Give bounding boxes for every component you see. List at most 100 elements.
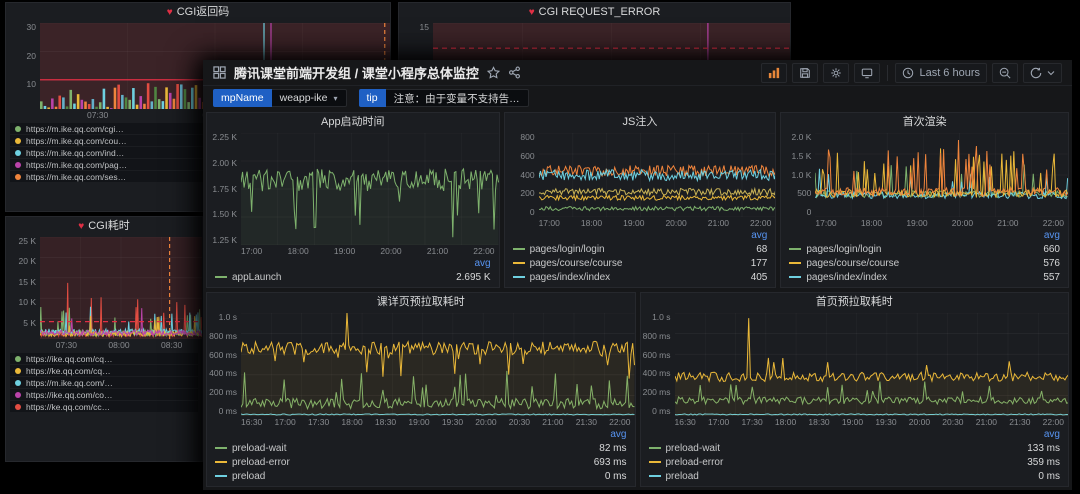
- x-tick: 19:00: [334, 246, 355, 256]
- legend-label: https://m.ike.qq.com/ind…: [26, 148, 124, 158]
- refresh-button[interactable]: [1023, 63, 1062, 83]
- legend-item[interactable]: pages/course/course 177: [513, 256, 768, 270]
- stats-button[interactable]: [761, 63, 787, 83]
- course-preload-chart[interactable]: [241, 313, 635, 416]
- first-render-chart[interactable]: [815, 133, 1068, 217]
- y-axis: 302010: [6, 23, 40, 109]
- series-color-dot: [15, 356, 21, 362]
- dashboard-title: 腾讯课堂前端开发组 / 课堂小程序总体监控: [234, 63, 479, 82]
- series-color-dash: [789, 262, 801, 264]
- y-tick: 30: [27, 23, 36, 32]
- legend-avg-value: 693 ms: [594, 457, 627, 468]
- legend-item[interactable]: https://ike.qq.com/co…: [10, 389, 198, 400]
- x-tick: 16:30: [675, 417, 696, 427]
- y-tick: 400 ms: [209, 369, 237, 378]
- variable-tip-value[interactable]: 注意：由于变量不支持告…: [386, 89, 529, 107]
- legend-label: pages/login/login: [530, 244, 757, 255]
- index-preload-chart[interactable]: [675, 313, 1069, 416]
- y-tick: 0 ms: [652, 407, 670, 416]
- x-tick: 20:00: [909, 417, 930, 427]
- cgi-latency-chart[interactable]: [40, 237, 202, 339]
- variable-mpname-value: weapp-ike: [280, 92, 328, 104]
- variable-mpname-select[interactable]: weapp-ike▾: [272, 89, 347, 107]
- js-inject-chart[interactable]: [539, 133, 776, 217]
- legend-item[interactable]: appLaunch 2.695 K: [215, 270, 491, 284]
- legend-avg-header: avg: [513, 230, 768, 242]
- legend-item[interactable]: https://ike.qq.com/cq…: [10, 353, 198, 364]
- x-axis: 17:0018:0019:0020:0021:0022:00: [815, 217, 1068, 229]
- legend-label: https://ike.qq.com/co…: [26, 390, 112, 400]
- tv-mode-button[interactable]: [854, 63, 880, 83]
- legend-item[interactable]: pages/index/index 557: [789, 270, 1060, 284]
- panel-app-launch: App启动时间 2.25 K2.00 K1.75 K1.50 K1.25 K 1…: [206, 112, 500, 288]
- legend-label: pages/index/index: [806, 272, 1043, 283]
- y-tick: 2.0 K: [792, 133, 812, 142]
- panel-title-first-render[interactable]: 首次渲染: [781, 113, 1068, 131]
- series-color-dash: [215, 447, 227, 449]
- series-color-dot: [15, 138, 21, 144]
- x-axis: 16:3017:0017:3018:0018:3019:0019:3020:00…: [675, 416, 1069, 428]
- y-tick: 2.25 K: [212, 133, 237, 142]
- variable-mpname: mpName weapp-ike▾: [213, 89, 347, 107]
- panel-title-cgi-latency[interactable]: ♥CGI耗时: [6, 217, 202, 235]
- panel-title-course-preload[interactable]: 课详页预拉取耗时: [207, 293, 635, 311]
- y-tick: 0 ms: [219, 407, 237, 416]
- panel-title-app-launch[interactable]: App启动时间: [207, 113, 499, 131]
- app-launch-chart[interactable]: [241, 133, 499, 245]
- x-tick: 18:00: [861, 218, 882, 228]
- chart-svg: [539, 133, 776, 217]
- panel-title-text: CGI REQUEST_ERROR: [539, 6, 661, 18]
- legend-item[interactable]: https://ke.qq.com/cq…: [10, 365, 198, 376]
- legend-item[interactable]: pages/index/index 405: [513, 270, 768, 284]
- x-tick: 21:00: [997, 218, 1018, 228]
- save-button[interactable]: [792, 63, 818, 83]
- panel-course-preload: 课详页预拉取耗时 1.0 s800 ms600 ms400 ms200 ms0 …: [206, 292, 636, 487]
- grafana-dashboard-window: 腾讯课堂前端开发组 / 课堂小程序总体监控 Last 6 hours: [203, 60, 1072, 490]
- legend-avg-value: 0 ms: [1038, 471, 1060, 482]
- panel-title-cgi-return[interactable]: ♥CGI返回码: [6, 3, 390, 21]
- legend-item[interactable]: https://ke.qq.com/cc…: [10, 401, 198, 412]
- star-icon[interactable]: [487, 66, 500, 79]
- x-tick: 18:00: [581, 218, 602, 228]
- zoom-out-icon: [999, 67, 1011, 79]
- x-tick: 07:30: [56, 340, 77, 350]
- time-range-button[interactable]: Last 6 hours: [895, 63, 987, 83]
- zoom-out-button[interactable]: [992, 63, 1018, 83]
- panel-title-index-preload[interactable]: 首页预拉取耗时: [641, 293, 1069, 311]
- legend-item[interactable]: https://m.ike.qq.com/…: [10, 377, 198, 388]
- variable-tip-text: 注意：由于变量不支持告…: [394, 91, 520, 106]
- legend-item[interactable]: preload-wait 82 ms: [215, 441, 627, 455]
- legend-item[interactable]: pages/course/course 576: [789, 256, 1060, 270]
- series-color-dot: [15, 174, 21, 180]
- legend-label: preload-error: [232, 457, 594, 468]
- settings-button[interactable]: [823, 63, 849, 83]
- panel-title-js-inject[interactable]: JS注入: [505, 113, 776, 131]
- legend-item[interactable]: pages/login/login 660: [789, 242, 1060, 256]
- y-tick: 600 ms: [209, 351, 237, 360]
- legend-item[interactable]: preload-error 359 ms: [649, 455, 1061, 469]
- x-tick: 18:00: [287, 246, 308, 256]
- x-tick: 22:00: [473, 246, 494, 256]
- legend-item[interactable]: pages/login/login 68: [513, 242, 768, 256]
- dashboard-grid-icon[interactable]: [213, 66, 226, 79]
- legend-item[interactable]: preload 0 ms: [649, 469, 1061, 483]
- x-tick: 20:30: [942, 417, 963, 427]
- series-color-dash: [513, 262, 525, 264]
- y-tick: 10 K: [19, 298, 37, 307]
- legend-label: pages/index/index: [530, 272, 751, 283]
- y-tick: 800 ms: [209, 332, 237, 341]
- legend-label: https://m.ike.qq.com/…: [26, 378, 113, 388]
- legend-item[interactable]: preload 0 ms: [215, 469, 627, 483]
- share-icon[interactable]: [508, 66, 521, 79]
- series-color-dash: [649, 461, 661, 463]
- y-tick: 20 K: [19, 257, 37, 266]
- legend-avg-value: 82 ms: [599, 443, 626, 454]
- x-tick: 21:00: [976, 417, 997, 427]
- legend-item[interactable]: preload-wait 133 ms: [649, 441, 1061, 455]
- x-tick: 18:00: [341, 417, 362, 427]
- panel-title-cgi-request-error[interactable]: ♥CGI REQUEST_ERROR: [399, 3, 790, 21]
- y-tick: 600 ms: [643, 351, 671, 360]
- tv-icon: [861, 67, 873, 79]
- legend-item[interactable]: preload-error 693 ms: [215, 455, 627, 469]
- panel-js-inject: JS注入 8006004002000 17:0018:0019:0020:002…: [504, 112, 777, 288]
